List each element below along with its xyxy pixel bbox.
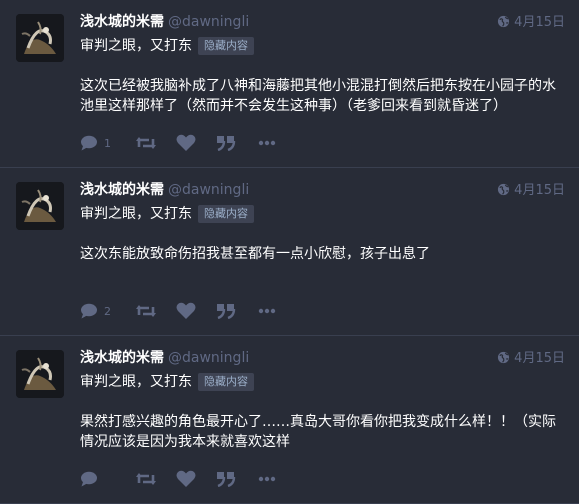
avatar[interactable] (16, 182, 64, 230)
heart-icon (176, 134, 196, 151)
spoiler-text: 审判之眼，又打东 (80, 206, 192, 222)
ellipsis-icon (258, 140, 276, 146)
toggle-content-button[interactable]: 隐藏内容 (198, 205, 254, 223)
reply-count: 1 (104, 136, 111, 150)
quote-icon (217, 136, 236, 151)
content-warning: 审判之眼，又打东 隐藏内容 (80, 371, 254, 391)
timestamp[interactable]: 4月15日 (497, 11, 565, 32)
avatar[interactable] (16, 350, 64, 398)
avatar[interactable] (16, 14, 64, 62)
reply-icon (81, 135, 97, 151)
account-handle[interactable]: @dawningli (168, 350, 249, 366)
ellipsis-icon (258, 476, 276, 482)
spoiler-text: 审判之眼，又打东 (80, 38, 192, 54)
spoiler-text: 审判之眼，又打东 (80, 374, 192, 390)
boost-icon (136, 473, 156, 485)
status[interactable]: 浅水城的米需 @dawningli 4月15日 审判之眼，又打东 隐藏内容 这次已经… (0, 0, 579, 168)
timestamp[interactable]: 4月15日 (497, 347, 565, 368)
boost-icon (136, 305, 156, 317)
reply-button[interactable]: 1 (80, 133, 111, 153)
content-warning: 审判之眼，又打东 隐藏内容 (80, 203, 254, 223)
globe-icon (497, 351, 510, 368)
reply-icon (81, 471, 97, 487)
account-handle[interactable]: @dawningli (168, 182, 249, 198)
heart-icon (176, 470, 196, 487)
author[interactable]: 浅水城的米需 @dawningli (80, 11, 249, 31)
reply-icon (81, 303, 97, 319)
quote-button[interactable] (216, 301, 236, 321)
heart-icon (176, 302, 196, 319)
favourite-button[interactable] (176, 301, 196, 321)
date: 4月15日 (514, 351, 565, 366)
boost-button[interactable] (136, 469, 156, 489)
status[interactable]: 浅水城的米需 @dawningli 4月15日 审判之眼，又打东 隐藏内容 这次东能… (0, 168, 579, 336)
timestamp[interactable]: 4月15日 (497, 179, 565, 200)
status[interactable]: 浅水城的米需 @dawningli 4月15日 审判之眼，又打东 隐藏内容 果然打感… (0, 336, 579, 504)
timeline: 浅水城的米需 @dawningli 4月15日 审判之眼，又打东 隐藏内容 这次已经… (0, 0, 579, 504)
boost-button[interactable] (136, 301, 156, 321)
content-warning: 审判之眼，又打东 隐藏内容 (80, 35, 254, 55)
toggle-content-button[interactable]: 隐藏内容 (198, 373, 254, 391)
date: 4月15日 (514, 183, 565, 198)
quote-button[interactable] (216, 469, 236, 489)
display-name[interactable]: 浅水城的米需 (80, 14, 164, 30)
avatar-image (16, 14, 64, 62)
reply-count: 2 (104, 304, 111, 318)
toggle-content-button[interactable]: 隐藏内容 (198, 37, 254, 55)
status-content: 果然打感兴趣的角色最开心了……真岛大哥你看你把我变成什么样！！（实际情况应该是因… (80, 414, 556, 450)
author[interactable]: 浅水城的米需 @dawningli (80, 347, 249, 367)
more-button[interactable] (258, 469, 276, 489)
author[interactable]: 浅水城的米需 @dawningli (80, 179, 249, 199)
avatar-image (16, 350, 64, 398)
ellipsis-icon (258, 308, 276, 314)
reply-button[interactable] (80, 469, 104, 489)
date: 4月15日 (514, 15, 565, 30)
more-button[interactable] (258, 301, 276, 321)
quote-button[interactable] (216, 133, 236, 153)
globe-icon (497, 15, 510, 32)
more-button[interactable] (258, 133, 276, 153)
status-content: 这次已经被我脑补成了八神和海藤把其他小混混打倒然后把东按在小园子的水池里这样那样… (80, 78, 556, 114)
favourite-button[interactable] (176, 469, 196, 489)
boost-button[interactable] (136, 133, 156, 153)
globe-icon (497, 183, 510, 200)
avatar-image (16, 182, 64, 230)
status-content: 这次东能放致命伤招我甚至都有一点小欣慰，孩子出息了 (80, 246, 430, 262)
reply-button[interactable]: 2 (80, 301, 111, 321)
boost-icon (136, 137, 156, 149)
display-name[interactable]: 浅水城的米需 (80, 182, 164, 198)
quote-icon (217, 472, 236, 487)
display-name[interactable]: 浅水城的米需 (80, 350, 164, 366)
favourite-button[interactable] (176, 133, 196, 153)
account-handle[interactable]: @dawningli (168, 14, 249, 30)
quote-icon (217, 304, 236, 319)
